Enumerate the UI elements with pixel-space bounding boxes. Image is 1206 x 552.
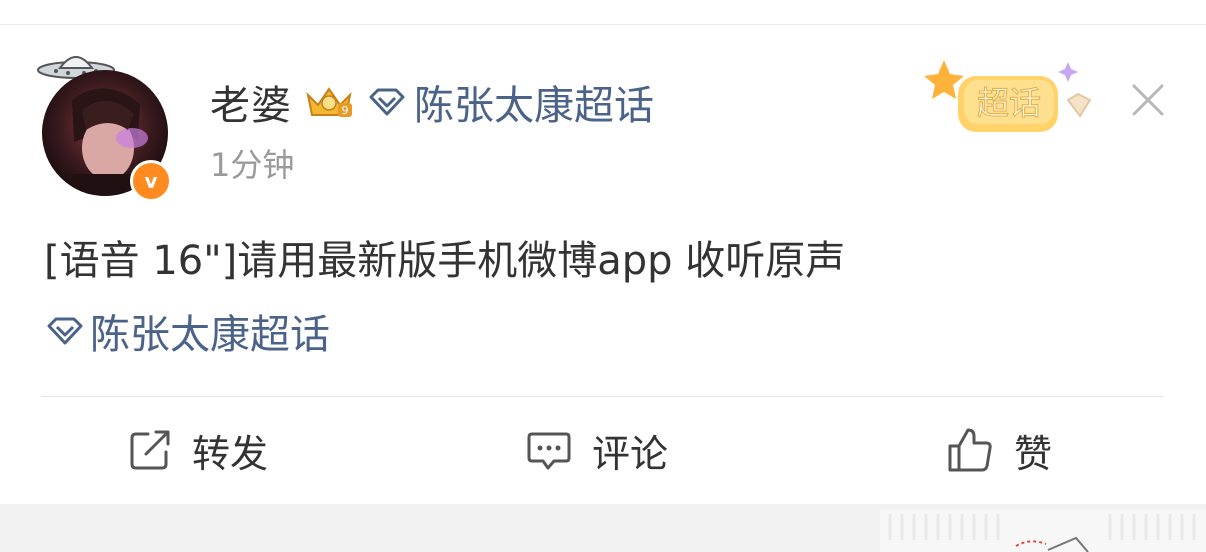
- decoration-strip: [880, 510, 1206, 552]
- post-topic-link[interactable]: 陈张太康超话: [46, 302, 330, 360]
- thumbs-up-icon: [948, 428, 992, 472]
- comment-label: 评论: [592, 431, 669, 476]
- top-divider: [0, 24, 1206, 25]
- header-topic-label: 陈张太康超话: [414, 83, 654, 129]
- super-topic-diamond-icon: [368, 87, 406, 117]
- close-icon[interactable]: [1128, 80, 1168, 120]
- like-button[interactable]: 赞: [946, 420, 1052, 480]
- member-crown-icon[interactable]: 9: [302, 81, 356, 123]
- post-text[interactable]: [语音 16"]请用最新版手机微博app 收听原声: [44, 228, 845, 286]
- action-divider: [42, 396, 1164, 397]
- super-topic-sticker[interactable]: 超话: [918, 52, 1110, 142]
- weibo-post-card: v 老婆 9 陈张太康超话 1分钟 超话 [语音 16"]请用最新版手机微博ap…: [0, 0, 1206, 552]
- avatar-group[interactable]: v: [32, 44, 177, 202]
- super-topic-diamond-icon: [46, 316, 84, 346]
- user-name[interactable]: 老婆: [210, 73, 292, 131]
- comment-button[interactable]: 评论: [526, 420, 668, 480]
- post-topic-label: 陈张太康超话: [90, 312, 330, 358]
- like-label: 赞: [1014, 431, 1053, 476]
- comment-icon: [527, 432, 571, 470]
- post-timestamp: 1分钟: [210, 146, 295, 184]
- sticker-label: 超话: [977, 84, 1041, 122]
- repost-button[interactable]: 转发: [128, 420, 268, 480]
- repost-icon: [130, 430, 170, 470]
- svg-text:9: 9: [342, 104, 349, 117]
- repost-label: 转发: [192, 431, 269, 476]
- header-topic-link[interactable]: 陈张太康超话: [368, 73, 654, 131]
- verified-badge: v: [130, 160, 172, 202]
- name-row: 老婆 9 陈张太康超话: [210, 73, 654, 131]
